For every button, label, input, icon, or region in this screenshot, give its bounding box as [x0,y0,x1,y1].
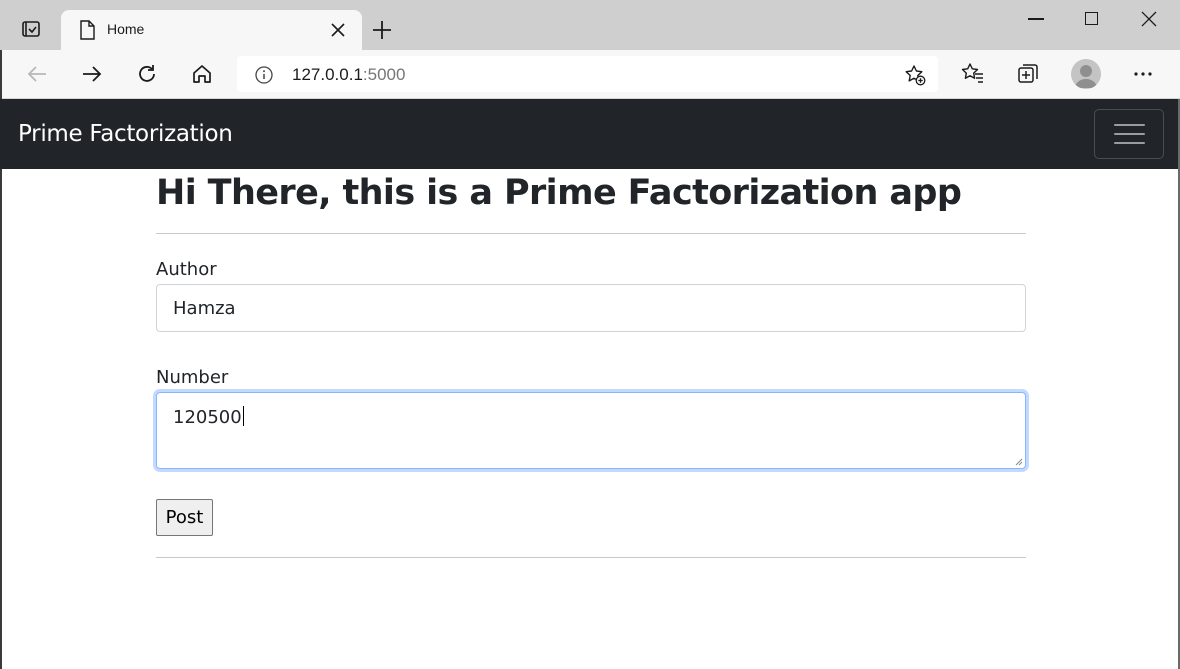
url-host: 127.0.0.1 [292,65,363,84]
author-label: Author [156,259,217,280]
text-caret [242,406,244,426]
number-text: 120500 [173,407,242,428]
divider [156,557,1026,558]
info-icon[interactable] [255,66,273,84]
add-favorite-icon[interactable] [904,64,926,86]
hamburger-icon-line [1114,133,1145,135]
url-text: 127.0.0.1:5000 [292,65,405,85]
author-input[interactable]: Hamza [156,284,1026,332]
divider [156,233,1026,234]
number-textarea-value: 120500 [173,406,244,428]
post-button[interactable]: Post [156,499,213,536]
hamburger-icon-line [1114,142,1145,144]
back-icon[interactable] [25,62,49,86]
author-input-value: Hamza [173,298,236,319]
address-bar[interactable]: 127.0.0.1:5000 [237,56,938,92]
window-close-icon[interactable] [1141,11,1157,27]
profile-avatar[interactable] [1071,59,1101,89]
close-tab-icon[interactable] [331,23,345,37]
hamburger-icon-line [1114,124,1145,126]
tab-title: Home [107,21,145,37]
url-port: :5000 [362,65,406,84]
browser-tab-home[interactable]: Home [61,10,362,50]
maximize-icon[interactable] [1085,12,1098,25]
more-options-icon[interactable] [1131,62,1155,86]
navbar: Prime Factorization [0,99,1180,169]
favorites-icon[interactable] [961,62,985,86]
navbar-brand[interactable]: Prime Factorization [18,121,233,147]
navbar-toggler-button[interactable] [1094,109,1164,159]
tab-actions-icon[interactable] [21,19,41,39]
home-icon[interactable] [190,62,214,86]
refresh-icon[interactable] [135,62,159,86]
forward-icon[interactable] [80,62,104,86]
resize-grip-icon[interactable] [1013,456,1023,466]
browser-toolbar: 127.0.0.1:5000 [0,50,1180,99]
number-label: Number [156,367,229,388]
collections-icon[interactable] [1016,62,1040,86]
new-tab-icon[interactable] [372,20,392,40]
browser-titlebar: Home [0,0,1180,50]
page-title: Hi There, this is a Prime Factorization … [156,173,962,213]
page-icon [80,20,95,40]
minimize-icon[interactable] [1028,18,1044,20]
number-textarea[interactable]: 120500 [156,392,1026,469]
